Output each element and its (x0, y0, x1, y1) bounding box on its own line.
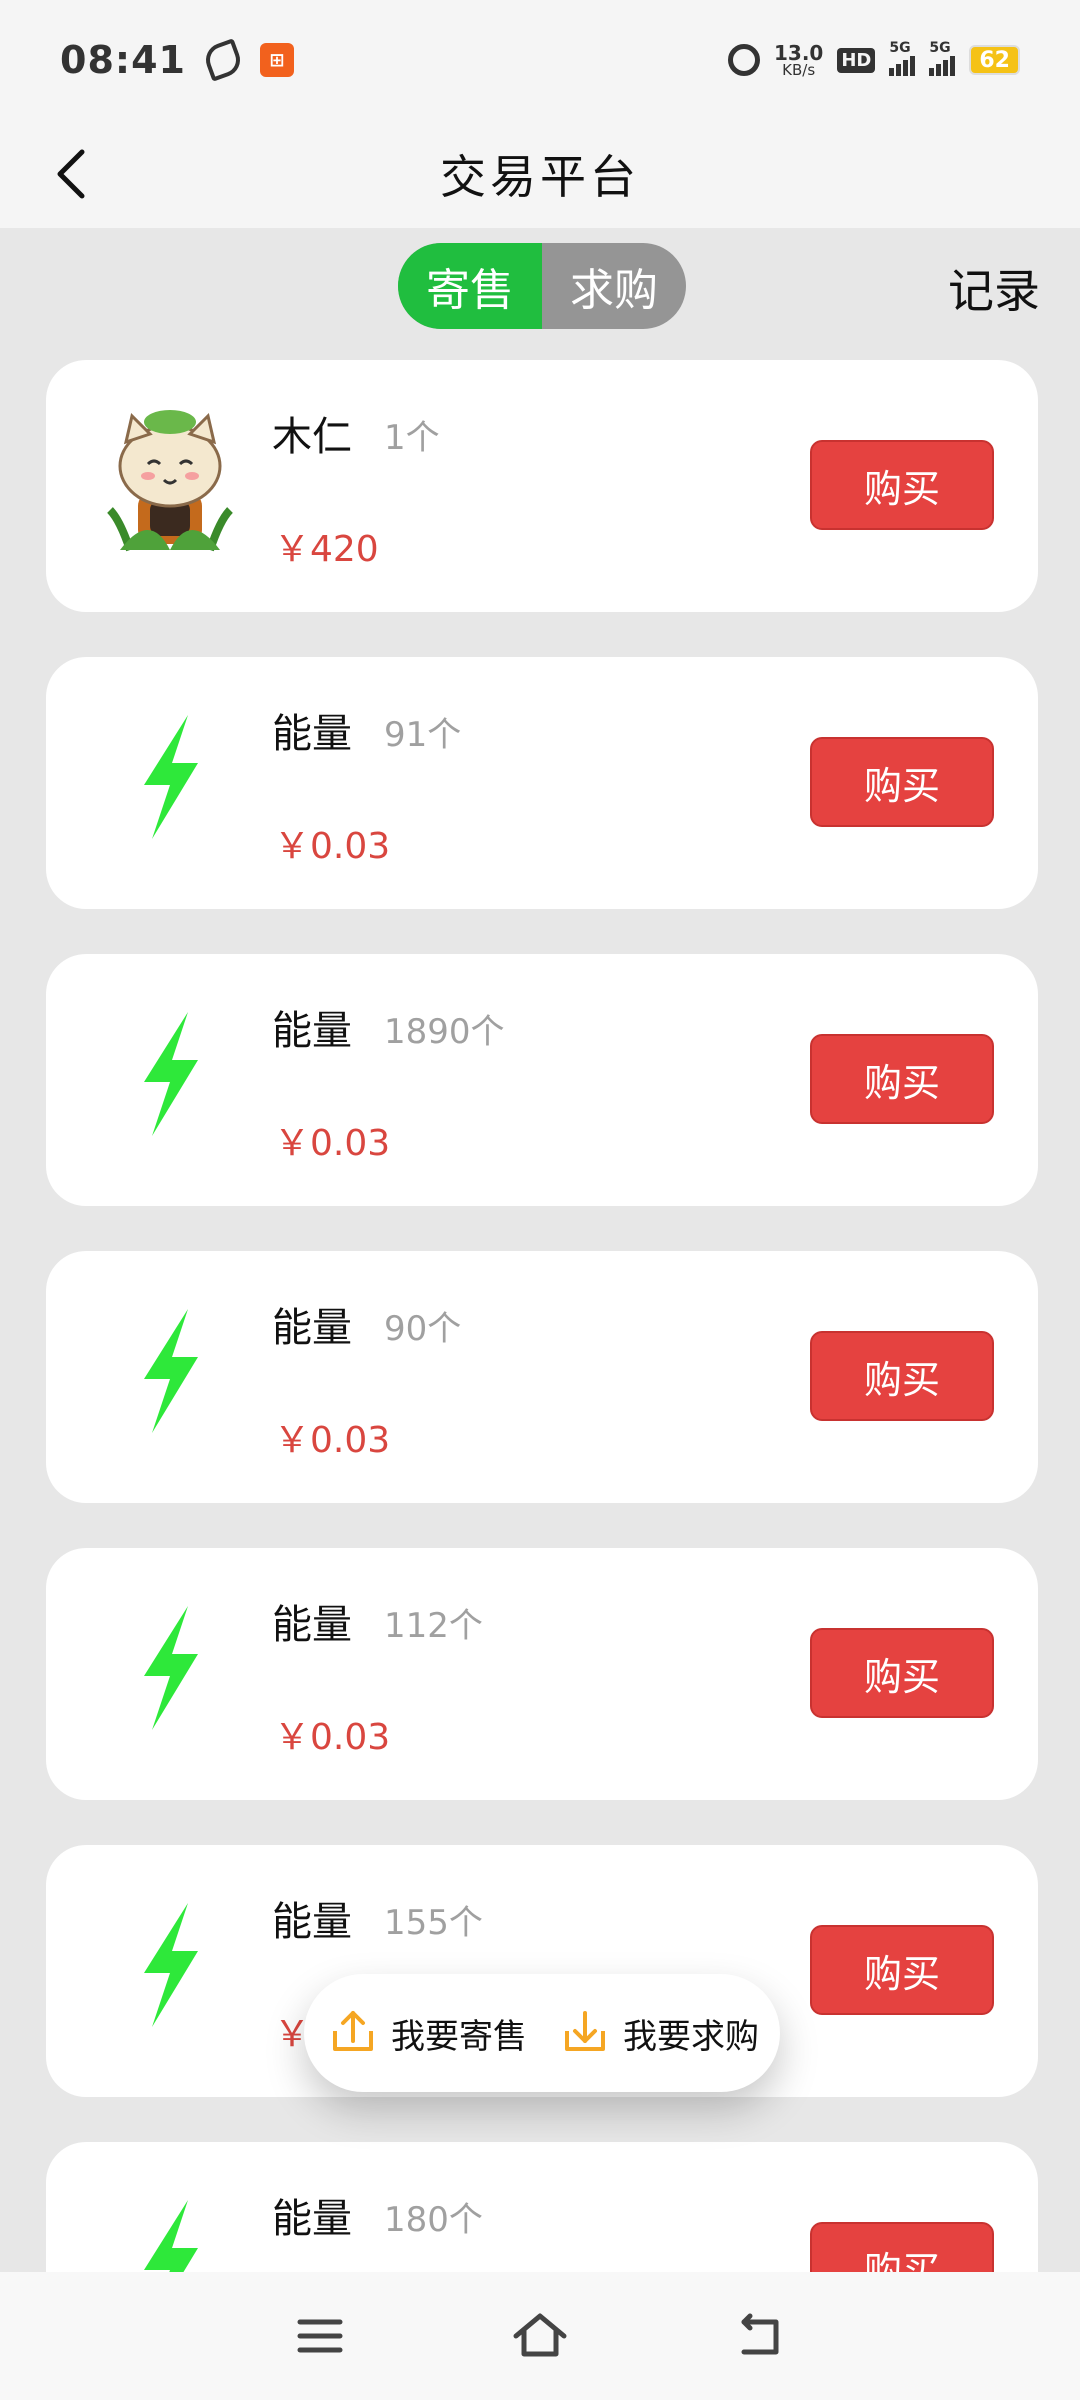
lightning-icon (90, 1588, 250, 1748)
listing-card: 能量 90个 ￥0.03 购买 (46, 1251, 1038, 1503)
item-price: ￥0.03 (274, 1717, 391, 1758)
item-name: 木仁 (272, 414, 352, 460)
app-badge-icon: ⊞ (259, 43, 294, 77)
sell-action-label: 我要寄售 (391, 2016, 527, 2057)
sell-action-button[interactable]: 我要寄售 (325, 2005, 527, 2061)
alarm-icon (728, 44, 760, 76)
system-nav-bar (0, 2272, 1080, 2400)
item-price: ￥0.03 (274, 1420, 391, 1461)
item-quantity: 112个 (384, 1606, 483, 1646)
buy-request-action-label: 我要求购 (623, 2016, 759, 2057)
item-name: 能量 (272, 2196, 352, 2242)
item-name: 能量 (272, 711, 352, 757)
item-quantity: 90个 (384, 1309, 462, 1349)
network-speed: 13.0 KB/s (774, 43, 823, 78)
status-right: 13.0 KB/s HD 5G 5G 62 (728, 40, 1020, 78)
buy-button[interactable]: 购买 (810, 440, 994, 530)
listing-card: 能量 91个 ￥0.03 购买 (46, 657, 1038, 909)
item-name: 能量 (272, 1899, 352, 1945)
buy-button[interactable]: 购买 (810, 1925, 994, 2015)
signal-label-1: 5G (889, 40, 911, 56)
item-quantity: 91个 (384, 715, 462, 755)
tab-buy[interactable]: 求购 (542, 243, 686, 329)
app-header: 交易平台 (0, 120, 1080, 228)
status-bar: 08:41 ⊞ 13.0 KB/s HD 5G 5G 62 (0, 0, 1080, 120)
item-price: ￥420 (274, 529, 379, 570)
back-arrow-icon (57, 149, 85, 199)
buy-button[interactable]: 购买 (810, 737, 994, 827)
hd-icon: HD (837, 47, 876, 73)
character-icon (90, 400, 250, 560)
lightning-icon (90, 994, 250, 1154)
signal-label-2: 5G (929, 40, 951, 56)
item-price: ￥0.03 (274, 826, 391, 867)
buy-request-action-button[interactable]: 我要求购 (557, 2005, 759, 2061)
lightning-icon (90, 697, 250, 857)
back-nav-icon[interactable] (730, 2306, 790, 2366)
floating-action-menu: 我要寄售 我要求购 (304, 1974, 780, 2092)
item-name: 能量 (272, 1602, 352, 1648)
listing-card: 能量 1890个 ￥0.03 购买 (46, 954, 1038, 1206)
trade-type-toggle: 寄售 求购 (398, 243, 686, 329)
signal-icon-2: 5G (929, 40, 956, 76)
page-title: 交易平台 (440, 150, 640, 204)
signal-icon-1: 5G (889, 40, 916, 76)
item-price: ￥0.03 (274, 1123, 391, 1164)
item-name: 能量 (272, 1008, 352, 1054)
clock: 08:41 (60, 38, 186, 82)
buy-button[interactable]: 购买 (810, 1331, 994, 1421)
app-notification-icon (201, 38, 245, 82)
item-quantity: 155个 (384, 1903, 483, 1943)
tab-sell[interactable]: 寄售 (398, 243, 542, 329)
network-speed-unit: KB/s (782, 60, 816, 79)
status-left: 08:41 ⊞ (60, 38, 294, 82)
listing-card: 能量 112个 ￥0.03 购买 (46, 1548, 1038, 1800)
upload-icon (333, 2011, 373, 2051)
buy-button[interactable]: 购买 (810, 1034, 994, 1124)
item-quantity: 1890个 (384, 1012, 505, 1052)
item-name: 能量 (272, 1305, 352, 1351)
buy-button[interactable]: 购买 (810, 1628, 994, 1718)
back-button[interactable] (44, 144, 104, 204)
records-link[interactable]: 记录 (948, 255, 1040, 321)
battery-icon: 62 (969, 45, 1020, 75)
network-speed-value: 13.0 (774, 40, 824, 65)
lightning-icon (90, 1291, 250, 1451)
home-icon[interactable] (510, 2306, 570, 2366)
lightning-icon (90, 1885, 250, 2045)
download-icon (565, 2011, 605, 2051)
listing-card: 木仁 1个 ￥420 购买 (46, 360, 1038, 612)
menu-icon[interactable] (290, 2306, 350, 2366)
item-quantity: 180个 (384, 2200, 483, 2240)
item-quantity: 1个 (384, 418, 440, 458)
